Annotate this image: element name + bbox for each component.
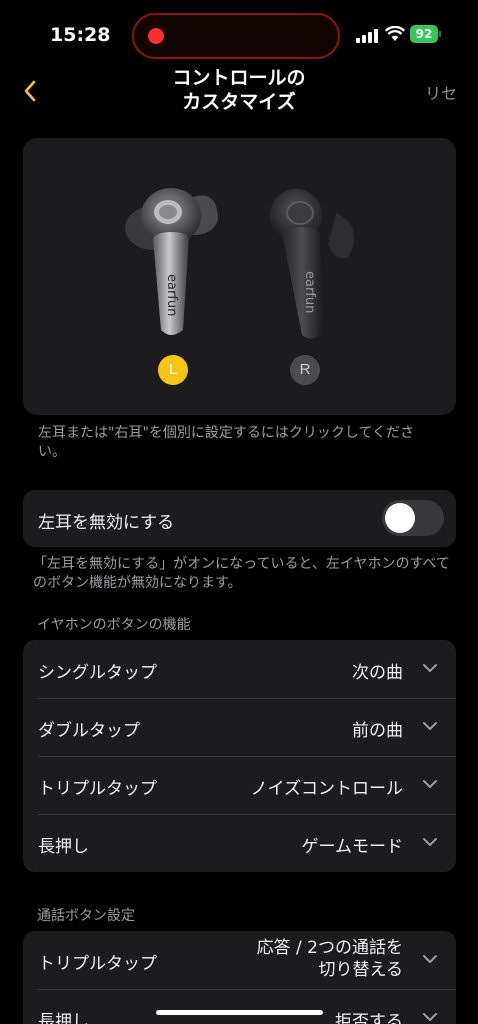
chevron-down-icon bbox=[423, 780, 437, 788]
right-earbud-brand: earfun bbox=[302, 271, 317, 313]
page-title-line1: コントロールの bbox=[172, 67, 306, 89]
chevron-down-icon bbox=[423, 1013, 437, 1021]
row-label: トリプルタップ bbox=[38, 779, 157, 799]
toggle-knob bbox=[385, 503, 415, 533]
row-value-line1: 応答 / 2つの通話を bbox=[256, 938, 403, 958]
row-value: 次の曲 bbox=[352, 663, 403, 683]
row-label: ダブルタップ bbox=[38, 721, 140, 741]
status-bar: 15:28 92 bbox=[0, 0, 478, 70]
recording-indicator-icon bbox=[148, 28, 164, 44]
row-value: ノイズコントロール bbox=[250, 779, 404, 799]
home-indicator[interactable] bbox=[156, 1010, 323, 1015]
battery-tip bbox=[439, 31, 441, 37]
cellular-signal-icon bbox=[356, 27, 378, 43]
chevron-left-icon[interactable] bbox=[22, 80, 38, 102]
page-title: コントロールの カスタマイズ bbox=[139, 66, 339, 114]
disable-left-ear-toggle[interactable] bbox=[382, 500, 444, 536]
chevron-down-icon bbox=[423, 955, 437, 963]
reset-button[interactable]: リセ bbox=[425, 80, 457, 104]
row-value: 応答 / 2つの通話を 切り替える bbox=[257, 937, 403, 981]
page-title-line2: カスタマイズ bbox=[182, 91, 296, 113]
call-settings-header: 通話ボタン設定 bbox=[37, 908, 135, 924]
earbud-selector-card: earfun earfun L R bbox=[23, 138, 456, 415]
call-triple-tap-row[interactable]: トリプルタップ 応答 / 2つの通話を 切り替える bbox=[23, 931, 456, 989]
status-time: 15:28 bbox=[50, 24, 111, 46]
left-ear-badge[interactable]: L bbox=[158, 355, 188, 385]
disable-left-ear-row: 左耳を無効にする bbox=[23, 490, 456, 547]
right-earbud-image[interactable]: earfun bbox=[258, 185, 358, 345]
button-functions-header: イヤホンのボタンの機能 bbox=[37, 617, 191, 633]
disable-note: 「左耳を無効にする」がオンになっていると、左イヤホンのすべてのボタン機能が無効に… bbox=[33, 556, 450, 591]
long-press-row[interactable]: 長押し ゲームモード bbox=[23, 814, 456, 872]
row-value: 前の曲 bbox=[352, 721, 403, 741]
disable-left-ear-label: 左耳を無効にする bbox=[38, 513, 175, 533]
double-tap-row[interactable]: ダブルタップ 前の曲 bbox=[23, 698, 456, 756]
call-long-press-row[interactable]: 長押し 拒否する bbox=[23, 989, 456, 1024]
row-value: ゲームモード bbox=[301, 837, 404, 857]
chevron-down-icon bbox=[423, 722, 437, 730]
chevron-down-icon bbox=[423, 664, 437, 672]
row-label: 長押し bbox=[38, 837, 89, 857]
single-tap-row[interactable]: シングルタップ 次の曲 bbox=[23, 640, 456, 698]
wifi-icon bbox=[385, 26, 405, 41]
left-earbud-brand: earfun bbox=[164, 274, 179, 316]
row-label: トリプルタップ bbox=[38, 954, 157, 974]
button-functions-list: シングルタップ 次の曲 ダブルタップ 前の曲 トリプルタップ ノイズコントロール… bbox=[23, 640, 456, 872]
row-value-line2: 切り替える bbox=[318, 960, 404, 980]
triple-tap-row[interactable]: トリプルタップ ノイズコントロール bbox=[23, 756, 456, 814]
right-ear-badge[interactable]: R bbox=[290, 355, 320, 385]
left-earbud-image[interactable]: earfun bbox=[123, 180, 223, 340]
dynamic-island[interactable] bbox=[132, 13, 340, 59]
battery-indicator: 92 bbox=[410, 25, 438, 43]
row-value: 拒否する bbox=[335, 1012, 403, 1024]
selection-hint: 左耳または"右耳"を個別に設定するにはクリックしてください。 bbox=[38, 425, 415, 460]
chevron-down-icon bbox=[423, 838, 437, 846]
row-label: 長押し bbox=[38, 1012, 89, 1024]
row-label: シングルタップ bbox=[38, 663, 157, 683]
